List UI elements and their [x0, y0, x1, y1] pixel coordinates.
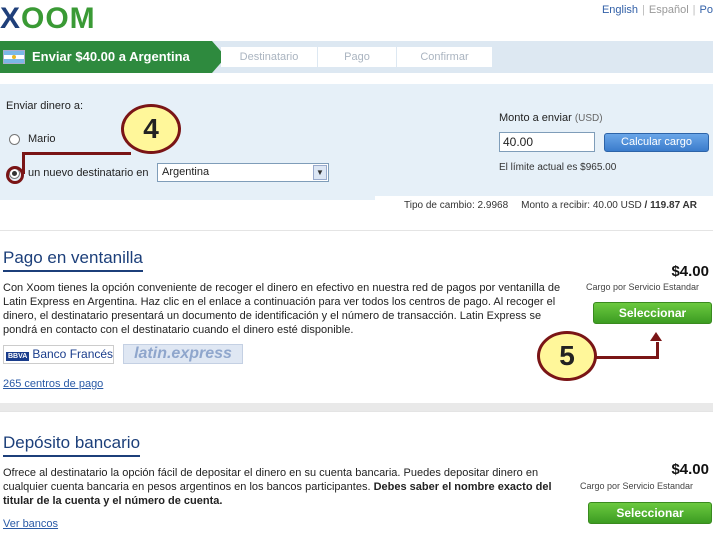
amount-input[interactable]: 40.00	[499, 132, 595, 152]
annotation-badge-5: 5	[537, 331, 597, 381]
pickup-price-note: Cargo por Servicio Estandar	[586, 282, 700, 292]
lang-english-link[interactable]: English	[602, 4, 638, 16]
xoom-logo: XOOM	[0, 2, 96, 36]
annotation-badge-4: 4	[121, 104, 181, 154]
latin-express-logo: latin.express	[123, 344, 243, 364]
logo-text: OOM	[21, 2, 96, 35]
annotation-connector-5	[594, 342, 659, 359]
progress-steps: Enviar $40.00 a Argentina Destinatario P…	[0, 41, 713, 73]
lang-espanol-link[interactable]: Español	[649, 4, 689, 16]
pickup-title: Pago en ventanilla	[3, 248, 143, 272]
amount-label: Monto a enviar (USD)	[499, 112, 603, 124]
country-select[interactable]: Argentina ▼	[157, 163, 329, 182]
logo-x: X	[0, 2, 22, 35]
view-banks-link[interactable]: Ver bancos	[3, 518, 58, 530]
step-send-active: Enviar $40.00 a Argentina	[0, 41, 226, 73]
calculate-fee-button[interactable]: Calcular cargo	[604, 133, 709, 152]
deposit-description: Ofrece al destinatario la opción fácil d…	[3, 467, 552, 507]
exchange-rate-bar: Tipo de cambio: 2.9968 Monto a recibir: 4…	[375, 196, 713, 216]
deposit-price-note: Cargo por Servicio Estandar	[580, 481, 694, 491]
payment-centers-link[interactable]: 265 centros de pago	[3, 378, 103, 390]
pickup-price: $4.00	[671, 263, 709, 280]
step-active-label: Enviar $40.00 a Argentina	[32, 49, 190, 64]
step-confirmar: Confirmar	[397, 47, 492, 67]
exchange-rate: Tipo de cambio: 2.9968	[404, 200, 509, 211]
pickup-card: Pago en ventanilla Con Xoom tienes la op…	[0, 230, 713, 402]
step-destinatario: Destinatario	[221, 47, 317, 67]
country-select-value: Argentina	[162, 166, 210, 178]
deposit-card: Depósito bancario Ofrece al destinatario…	[0, 411, 713, 547]
annotation-arrow-5	[650, 332, 662, 341]
lang-other-link[interactable]: Po	[700, 4, 713, 16]
deposit-price: $4.00	[671, 461, 709, 478]
limit-text: El límite actual es $965.00	[499, 162, 617, 173]
send-panel: Enviar dinero a: Mario un nuevo destinat…	[0, 84, 713, 216]
recipient-mario-label: Mario	[28, 133, 56, 145]
annotation-ring-4	[6, 166, 24, 184]
radio-recipient-mario[interactable]	[9, 134, 20, 145]
section-divider	[0, 403, 713, 411]
chevron-down-icon: ▼	[313, 165, 327, 180]
receive-amount-local: 119.87 AR	[650, 200, 697, 211]
receive-amount: Monto a recibir: 40.00 USD	[521, 200, 642, 211]
deposit-select-button[interactable]: Seleccionar	[588, 502, 712, 524]
language-switcher: English | Español | Po	[601, 4, 713, 16]
annotation-connector-4	[22, 152, 131, 174]
bbva-logo: BBVA Banco Francés	[3, 345, 114, 364]
argentina-flag-icon	[3, 50, 25, 64]
step-pago: Pago	[318, 47, 396, 67]
pickup-description: Con Xoom tienes la opción conveniente de…	[3, 282, 561, 336]
deposit-title: Depósito bancario	[3, 433, 141, 457]
pickup-select-button[interactable]: Seleccionar	[593, 302, 712, 324]
send-to-label: Enviar dinero a:	[6, 100, 84, 112]
